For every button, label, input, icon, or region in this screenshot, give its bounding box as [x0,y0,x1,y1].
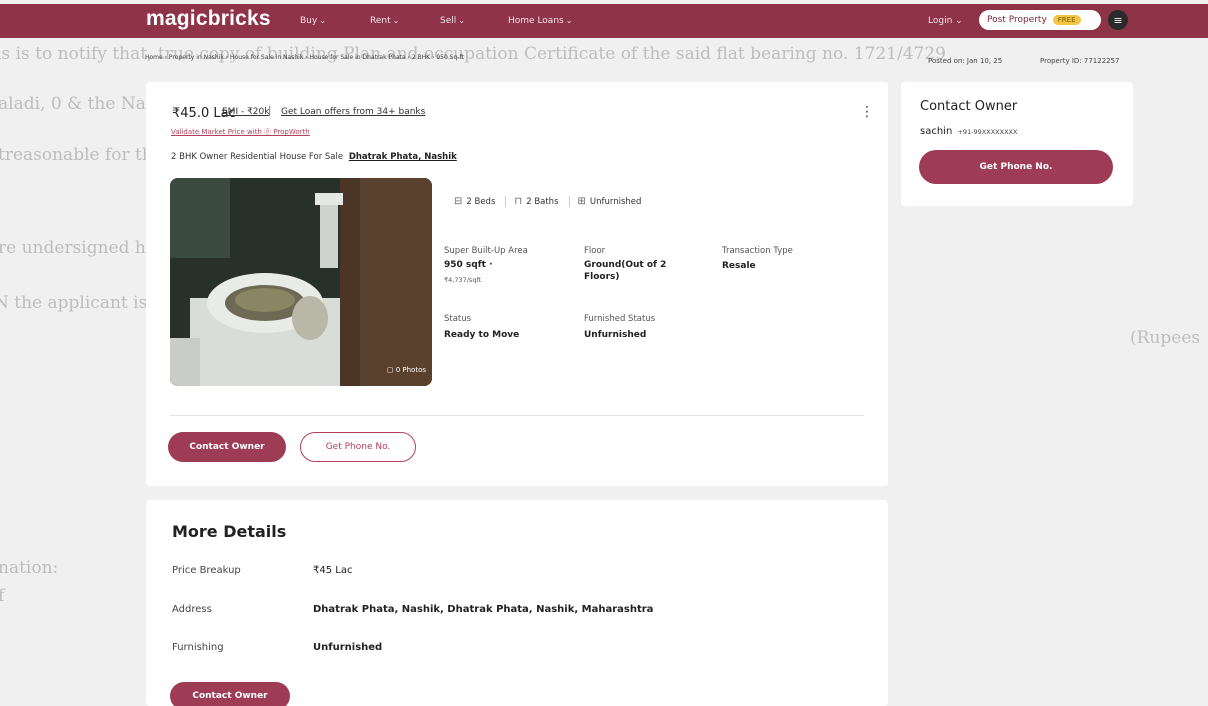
owner-phone: +91-99XXXXXXXX [957,128,1018,136]
furnished-status-value: Unfurnished [584,330,647,340]
contact-owner-button[interactable]: Contact Owner [168,432,286,462]
divider [170,415,864,416]
nav-label: Sell [440,16,457,26]
transaction-value: Resale [722,261,756,271]
login-label: Login [928,16,953,26]
more-contact-owner-button[interactable]: Contact Owner [170,682,290,706]
transaction-label: Transaction Type [722,246,793,256]
gallery-icon: ▢ [386,366,396,374]
area-label: Super Built-Up Area [444,246,528,256]
photo-image [170,178,432,386]
more-details-title: More Details [172,522,287,541]
floor-label: Floor [584,246,606,256]
bg-line: nation: [0,558,59,578]
floor-value-line: Ground(Out of 2 [584,260,667,270]
floor-value-line: Floors) [584,272,620,283]
nav-item-home-loans[interactable]: Home Loans ⌄ [508,16,572,26]
furnished-status-label: Furnished Status [584,314,656,324]
bg-line: (Rupees [1130,328,1201,348]
listing-type: 2 BHK Owner Residential House For Sale [171,152,344,162]
more-options-icon[interactable]: ⋮ [860,104,874,120]
post-property-label: Post Property [987,15,1047,25]
amenity-furnishing: ⊞ Unfurnished [578,196,652,207]
site-logo[interactable]: magicbricks [146,7,271,31]
contact-owner-card: Contact Owner sachin +91-99XXXXXXXX Get … [901,82,1133,206]
top-nav-bar: magicbricks Buy ⌄ Rent ⌄ Sell ⌄ Home Loans ⌄… [0,4,1208,38]
hamburger-menu-icon[interactable]: ≡ [1108,10,1128,30]
status-label: Status [444,314,472,324]
amenities-row: ⊟ 2 Beds ⊓ 2 Baths ⊞ Unfurnished [454,196,659,207]
get-phone-button[interactable]: Get Phone No. [300,432,416,462]
nav-label: Buy [300,16,318,26]
nav-label: Rent [370,16,391,26]
photos-count-label: 0 Photos [395,366,426,374]
bath-icon: ⊓ [514,196,523,207]
price-breakup-value: ₹45 Lac [313,565,353,576]
login-menu[interactable]: Login ⌄ [928,16,963,26]
validate-price-link[interactable]: Validate Market Price with ⓟ PropWorth [171,127,310,137]
nav-item-rent[interactable]: Rent ⌄ [370,16,399,26]
furnishing-label: Furnishing [172,642,224,653]
free-badge: FREE [1052,15,1081,25]
photos-count-badge[interactable]: ▢ 0 Photos [387,366,426,374]
chevron-down-icon: ⌄ [319,16,326,25]
amenity-label: 2 Beds [466,196,496,207]
bg-line: is is to notify that, true copy of build… [0,44,946,64]
post-property-button[interactable]: Post Property FREE [979,10,1101,30]
owner-name: sachin [920,126,953,137]
furnishing-value: Unfurnished [313,642,383,653]
more-details-card: More Details Price Breakup ₹45 Lac Addre… [146,500,888,706]
property-id: Property ID: 77122257 [1040,57,1120,65]
chevron-down-icon: ⌄ [458,16,465,25]
address-value: Dhatrak Phata, Nashik, Dhatrak Phata, Na… [313,604,654,615]
listing-card: ₹45.0 Lac EMI - ₹20k | Get Loan offers f… [146,82,888,486]
amenity-label: Unfurnished [589,196,642,207]
nav-label: Home Loans [508,16,564,26]
floor-value: Ground(Out of 2 Floors) [584,259,666,283]
contact-card-title: Contact Owner [920,99,1018,114]
location-link[interactable]: Dhatrak Phata, Nashik [349,152,457,162]
nav-item-buy[interactable]: Buy ⌄ [300,16,326,26]
listing-subtitle: 2 BHK Owner Residential House For Sale D… [171,152,457,162]
furnish-icon: ⊞ [577,196,586,207]
chevron-down-icon: ⌄ [565,16,573,25]
bed-icon: ⊟ [454,196,463,207]
bg-line: f [0,586,5,606]
status-value: Ready to Move [444,330,520,340]
separator: | [268,105,272,116]
breadcrumb[interactable]: Home › Property in Nashik › House for Sa… [145,54,464,61]
amenity-baths: ⊓ 2 Baths [514,196,570,207]
address-label: Address [172,604,212,615]
property-photo[interactable]: ▢ 0 Photos [170,178,432,386]
chevron-down-icon: ⌄ [952,16,963,26]
area-value: 950 sqft · [444,260,493,270]
area-rate: ₹4,737/sqft [444,276,482,284]
amenity-label: 2 Baths [526,196,559,207]
chevron-down-icon: ⌄ [392,16,400,25]
amenity-beds: ⊟ 2 Beds [454,196,507,207]
nav-item-sell[interactable]: Sell ⌄ [440,16,465,26]
owner-info: sachin +91-99XXXXXXXX [920,126,1017,137]
posted-date: Posted on: Jan 10, 25 [928,57,1003,65]
emi-link[interactable]: EMI - ₹20k [222,107,269,117]
price-breakup-label: Price Breakup [172,565,241,576]
side-get-phone-button[interactable]: Get Phone No. [919,150,1113,184]
loan-offers-link[interactable]: Get Loan offers from 34+ banks [281,107,425,117]
